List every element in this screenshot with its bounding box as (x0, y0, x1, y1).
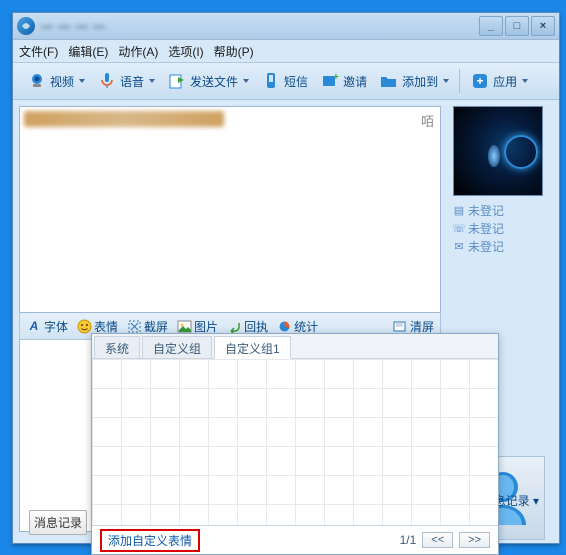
window-title: — — — — (41, 19, 479, 33)
phone-icon (261, 71, 281, 91)
mail-icon: ✉ (453, 241, 465, 253)
emoji-grid[interactable] (92, 359, 498, 525)
invite-button[interactable]: +邀请 (314, 69, 373, 93)
menu-file[interactable]: 文件(F) (19, 43, 58, 60)
screenshot-button[interactable]: 截屏 (126, 318, 168, 335)
chat-window: — — — — _ □ × 文件(F) 编辑(E) 动作(A) 选项(I) 帮助… (12, 12, 560, 544)
emoji-tab-custom1[interactable]: 自定义组1 (214, 336, 291, 359)
history-label-left[interactable]: 消息记录 (29, 510, 87, 535)
menu-option[interactable]: 选项(I) (168, 43, 203, 60)
message-corner-icon[interactable]: 咟 (421, 111, 434, 130)
menu-help[interactable]: 帮助(P) (214, 43, 254, 60)
contact-line-3: ✉未登记 (453, 238, 553, 255)
svg-text:+: + (333, 72, 339, 83)
emoji-button[interactable]: 表情 (76, 318, 118, 335)
eraser-icon (392, 318, 408, 334)
app-button[interactable]: +应用 (464, 69, 534, 93)
image-button[interactable]: 图片 (176, 318, 218, 335)
sms-button[interactable]: 短信 (255, 69, 314, 93)
chart-icon (276, 318, 292, 334)
contact-line-2: ☏未登记 (453, 220, 553, 237)
font-button[interactable]: A字体 (26, 318, 68, 335)
emoji-tabs: 系统 自定义组 自定义组1 (92, 334, 498, 359)
chevron-down-icon (149, 79, 155, 83)
emoji-tab-custom-group[interactable]: 自定义组 (142, 336, 212, 358)
avatar-image (454, 107, 542, 195)
sendfile-icon (167, 71, 187, 91)
maximize-button[interactable]: □ (505, 16, 529, 36)
note-icon: ▤ (453, 205, 465, 217)
emoji-popup: 系统 自定义组 自定义组1 添加自定义表情 1/1 << >> (91, 333, 499, 555)
add-custom-emoji-link[interactable]: 添加自定义表情 (100, 529, 200, 552)
reply-icon (226, 318, 242, 334)
microphone-icon (97, 71, 117, 91)
message-view[interactable]: 咟 (19, 106, 441, 313)
picture-icon (176, 318, 192, 334)
contact-line-1: ▤未登记 (453, 202, 553, 219)
clear-button[interactable]: 清屏 (392, 318, 434, 335)
chevron-down-icon (522, 79, 528, 83)
chevron-down-icon (79, 79, 85, 83)
emoji-prev-button[interactable]: << (422, 532, 453, 548)
contact-info: ▤未登记 ☏未登记 ✉未登记 (453, 202, 553, 255)
svg-text:+: + (477, 74, 484, 88)
voice-button[interactable]: 语音 (91, 69, 161, 93)
phone-small-icon: ☏ (453, 223, 465, 235)
reply-button[interactable]: 回执 (226, 318, 268, 335)
close-button[interactable]: × (531, 16, 555, 36)
emoji-next-button[interactable]: >> (459, 532, 490, 548)
video-button[interactable]: 视频 (21, 69, 91, 93)
invite-icon: + (320, 71, 340, 91)
webcam-icon (27, 71, 47, 91)
folder-icon (379, 71, 399, 91)
emoji-page-label: 1/1 (400, 533, 417, 547)
chevron-down-icon (243, 79, 249, 83)
minimize-button[interactable]: _ (479, 16, 503, 36)
smiley-icon (76, 318, 92, 334)
sendfile-button[interactable]: 发送文件 (161, 69, 255, 93)
app-icon: + (470, 71, 490, 91)
addto-button[interactable]: 添加到 (373, 69, 455, 93)
separator (459, 69, 460, 93)
scissors-icon (126, 318, 142, 334)
chevron-down-icon (443, 79, 449, 83)
stats-button[interactable]: 统计 (276, 318, 318, 335)
emoji-footer: 添加自定义表情 1/1 << >> (92, 525, 498, 554)
menu-action[interactable]: 动作(A) (118, 43, 158, 60)
menubar: 文件(F) 编辑(E) 动作(A) 选项(I) 帮助(P) (13, 40, 559, 63)
titlebar[interactable]: — — — — _ □ × (13, 13, 559, 40)
toolbar: 视频 语音 发送文件 短信 +邀请 添加到 +应用 (13, 63, 559, 100)
contact-avatar[interactable] (453, 106, 543, 196)
app-icon (17, 17, 35, 35)
font-icon: A (26, 318, 42, 334)
emoji-pager: 1/1 << >> (400, 532, 490, 548)
menu-edit[interactable]: 编辑(E) (68, 43, 108, 60)
message-header-blur (24, 111, 224, 127)
emoji-tab-system[interactable]: 系统 (94, 336, 140, 358)
